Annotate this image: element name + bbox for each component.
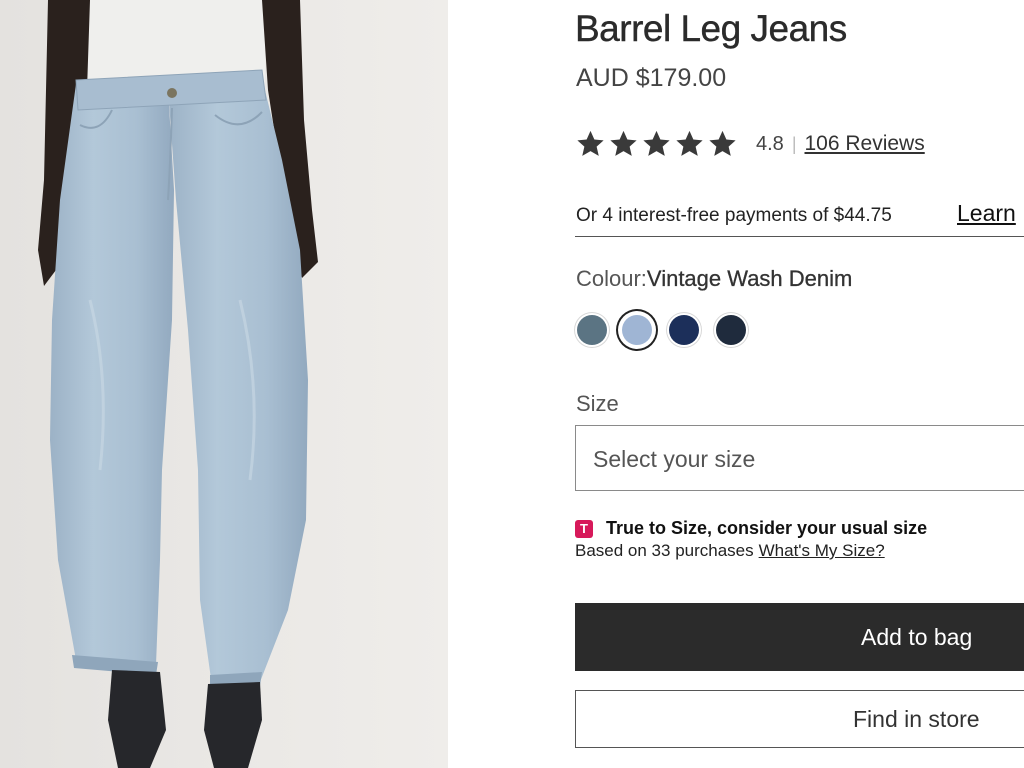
star-icon	[610, 130, 637, 156]
star-icon	[643, 130, 670, 156]
add-to-bag-label: Add to bag	[861, 624, 973, 650]
jeans-illustration	[0, 0, 448, 768]
product-title: Barrel Leg Jeans	[575, 8, 848, 49]
reviews-link[interactable]: 106 Reviews	[805, 132, 925, 156]
rating-value: 4.8	[756, 132, 784, 155]
colour-label: Colour:	[576, 266, 647, 291]
rating-summary: 4.8 | 106 Reviews	[575, 126, 925, 162]
fit-based-on: Based on 33 purchases	[575, 541, 754, 560]
star-icon	[709, 130, 736, 156]
product-photo[interactable]	[0, 0, 448, 768]
installment-text: Or 4 interest-free payments of $44.75	[576, 205, 892, 226]
rating-separator: |	[791, 133, 797, 154]
add-to-bag-button[interactable]: Add to bag	[575, 603, 1024, 671]
size-select-placeholder: Select your size	[593, 446, 756, 472]
fit-heading: True to Size, consider your usual size	[606, 518, 928, 538]
swatch-midnight[interactable]	[716, 315, 746, 345]
swatch-slate-blue[interactable]	[577, 315, 607, 345]
installment-payments: Or 4 interest-free payments of $44.75 Le…	[575, 198, 1024, 237]
find-in-store-label: Find in store	[853, 706, 980, 732]
star-icon	[676, 130, 703, 156]
colour-selector-label: Colour:Vintage Wash Denim	[576, 266, 853, 292]
find-in-store-button[interactable]: Find in store	[575, 690, 1024, 748]
swatch-dark-navy[interactable]	[669, 315, 699, 345]
product-details-panel: Barrel Leg Jeans AUD $179.00 4.8 | 106 R…	[575, 0, 1024, 768]
star-icon	[577, 130, 604, 156]
learn-more-link[interactable]: Learn	[957, 200, 1016, 227]
size-label: Size	[576, 391, 619, 416]
fit-subtext: Based on 33 purchases What's My Size?	[575, 541, 885, 561]
star-rating	[575, 129, 738, 159]
selected-colour: Vintage Wash Denim	[646, 266, 853, 291]
whats-my-size-link[interactable]: What's My Size?	[759, 541, 885, 560]
size-select[interactable]: Select your size	[575, 425, 1024, 491]
swatch-vintage-wash[interactable]	[622, 315, 652, 345]
product-price: AUD $179.00	[576, 64, 727, 92]
product-page: Barrel Leg Jeans AUD $179.00 4.8 | 106 R…	[0, 0, 1024, 768]
true-fit-logo-icon: T	[575, 520, 593, 538]
